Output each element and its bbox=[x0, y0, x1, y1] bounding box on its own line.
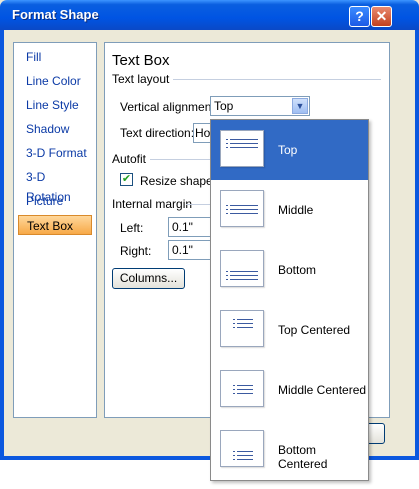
vertical-alignment-dropdown: Top Middle Bottom Top Centered Middle Ce… bbox=[210, 119, 369, 481]
vertical-alignment-select[interactable]: Top ▼ bbox=[210, 96, 310, 116]
dropdown-option-middle-centered[interactable]: Middle Centered bbox=[211, 360, 368, 420]
align-top-centered-icon bbox=[220, 310, 264, 347]
internal-margin-heading: Internal margin bbox=[112, 197, 193, 211]
columns-button[interactable]: Columns... bbox=[112, 268, 185, 289]
close-button[interactable]: ✕ bbox=[371, 6, 392, 27]
help-button[interactable]: ? bbox=[349, 6, 370, 27]
dropdown-option-top-centered[interactable]: Top Centered bbox=[211, 300, 368, 360]
align-bottom-centered-icon bbox=[220, 430, 264, 467]
dropdown-option-label: Bottom Centered bbox=[278, 443, 328, 471]
nav-item-fill[interactable]: Fill bbox=[18, 47, 92, 67]
nav-item-3d-format[interactable]: 3-D Format bbox=[18, 143, 92, 163]
left-margin-input[interactable]: 0.1" bbox=[168, 217, 212, 237]
category-list: Fill Line Color Line Style Shadow 3-D Fo… bbox=[13, 42, 97, 418]
text-direction-label: Text direction: bbox=[120, 126, 195, 140]
dropdown-option-middle[interactable]: Middle bbox=[211, 180, 368, 240]
section-divider bbox=[173, 79, 381, 80]
resize-shape-checkbox[interactable]: ✔ bbox=[120, 173, 133, 186]
window-frame-left bbox=[0, 30, 4, 460]
nav-item-text-box[interactable]: Text Box bbox=[18, 215, 92, 235]
dropdown-option-label: Middle bbox=[278, 203, 314, 217]
section-divider bbox=[150, 159, 210, 160]
nav-item-shadow[interactable]: Shadow bbox=[18, 119, 92, 139]
left-margin-label: Left: bbox=[120, 221, 144, 235]
dropdown-option-bottom[interactable]: Bottom bbox=[211, 240, 368, 300]
vertical-alignment-label: Vertical alignment: bbox=[120, 100, 219, 114]
nav-item-3d-rotation[interactable]: 3-D Rotation bbox=[18, 167, 92, 204]
text-direction-select[interactable]: Hor bbox=[193, 123, 211, 143]
dropdown-option-label: Bottom bbox=[278, 263, 317, 277]
align-top-icon bbox=[220, 130, 264, 167]
right-margin-input[interactable]: 0.1" bbox=[168, 240, 212, 260]
nav-item-line-color[interactable]: Line Color bbox=[18, 71, 92, 91]
autofit-heading: Autofit bbox=[112, 152, 147, 166]
chevron-down-icon[interactable]: ▼ bbox=[292, 98, 308, 114]
resize-shape-label: Resize shape t bbox=[140, 174, 220, 188]
dropdown-option-bottom-centered[interactable]: Bottom Centered bbox=[211, 420, 368, 480]
dropdown-option-top[interactable]: Top bbox=[211, 120, 368, 180]
right-margin-label: Right: bbox=[120, 244, 152, 258]
nav-item-picture[interactable]: Picture bbox=[18, 191, 92, 211]
nav-item-line-style[interactable]: Line Style bbox=[18, 95, 92, 115]
window-title: Format Shape bbox=[12, 7, 99, 22]
align-middle-centered-icon bbox=[220, 370, 264, 407]
dropdown-option-label: Top Centered bbox=[278, 323, 351, 337]
text-layout-heading: Text layout bbox=[112, 72, 170, 86]
align-bottom-icon bbox=[220, 250, 264, 287]
align-middle-icon bbox=[220, 190, 264, 227]
panel-title: Text Box bbox=[112, 52, 170, 69]
dropdown-option-label: Middle Centered bbox=[278, 383, 367, 397]
window-frame-right bbox=[415, 30, 419, 460]
dropdown-option-label: Top bbox=[278, 143, 298, 157]
vertical-alignment-value: Top bbox=[214, 99, 234, 113]
title-bar: Format Shape ? ✕ bbox=[0, 0, 419, 30]
section-divider bbox=[186, 204, 210, 205]
